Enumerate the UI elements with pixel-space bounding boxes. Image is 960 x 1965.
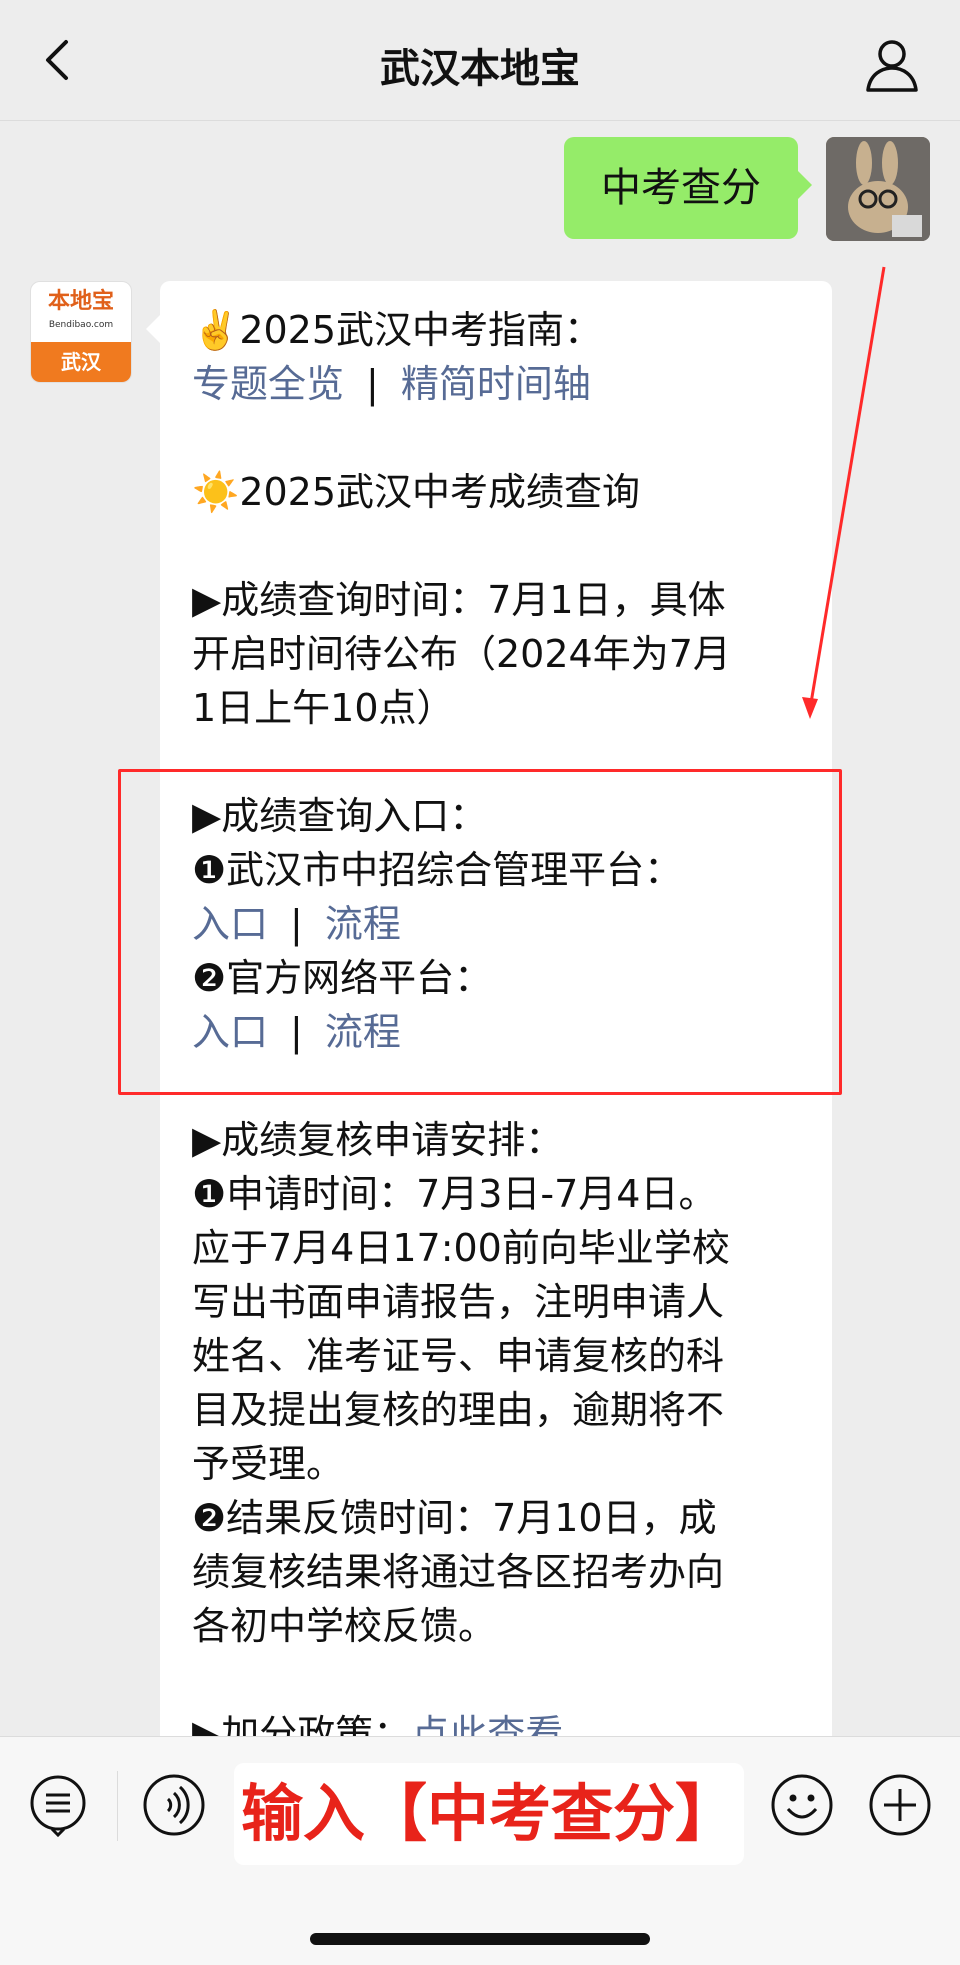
input-toolbar: 输入【中考查分】 xyxy=(0,1736,960,1965)
message-text-line: 绩复核结果将通过各区招考办向 xyxy=(192,1550,725,1594)
nav-bar: 武汉本地宝 xyxy=(0,0,960,121)
message-text-line: 写出书面申请报告，注明申请人 xyxy=(192,1280,725,1324)
message-mixed-line: ▶加分政策：点此查看 xyxy=(192,1707,812,1736)
chat-area[interactable]: 中考查分 本地宝 Bendibao.com 武汉 ✌️2025武汉中考指南： 专题… xyxy=(0,121,960,1736)
add-plus-icon[interactable] xyxy=(868,1773,932,1837)
message-text-line: 各初中学校反馈。 xyxy=(192,1604,497,1648)
message-text-line: ❷结果反馈时间：7月10日，成 xyxy=(192,1496,717,1540)
chat-title: 武汉本地宝 xyxy=(380,46,580,92)
message-text-line: ❶申请时间：7月3日-7月4日。 xyxy=(192,1172,717,1216)
message-text-line: 姓名、准考证号、申请复核的科 xyxy=(192,1334,725,1378)
emoji-icon[interactable] xyxy=(770,1773,834,1837)
message-text-line: 予受理。 xyxy=(192,1442,345,1486)
message-text: ▶加分政策： xyxy=(192,1712,412,1736)
toolbar-divider xyxy=(117,1771,118,1841)
message-text-line: 目及提出复核的理由，逾期将不 xyxy=(192,1388,725,1432)
home-indicator xyxy=(310,1933,650,1945)
message-link[interactable]: 点此查看 xyxy=(411,1712,563,1736)
voice-input-icon[interactable] xyxy=(142,1773,206,1837)
red-arrow-annotation xyxy=(802,266,886,719)
message-input[interactable]: 输入【中考查分】 xyxy=(234,1763,744,1865)
message-text-line: ▶成绩复核申请安排： xyxy=(192,1118,564,1162)
profile-icon[interactable] xyxy=(864,36,920,92)
menu-list-icon[interactable] xyxy=(26,1773,90,1837)
message-text-line: 应于7月4日17:00前向毕业学校 xyxy=(192,1226,730,1270)
